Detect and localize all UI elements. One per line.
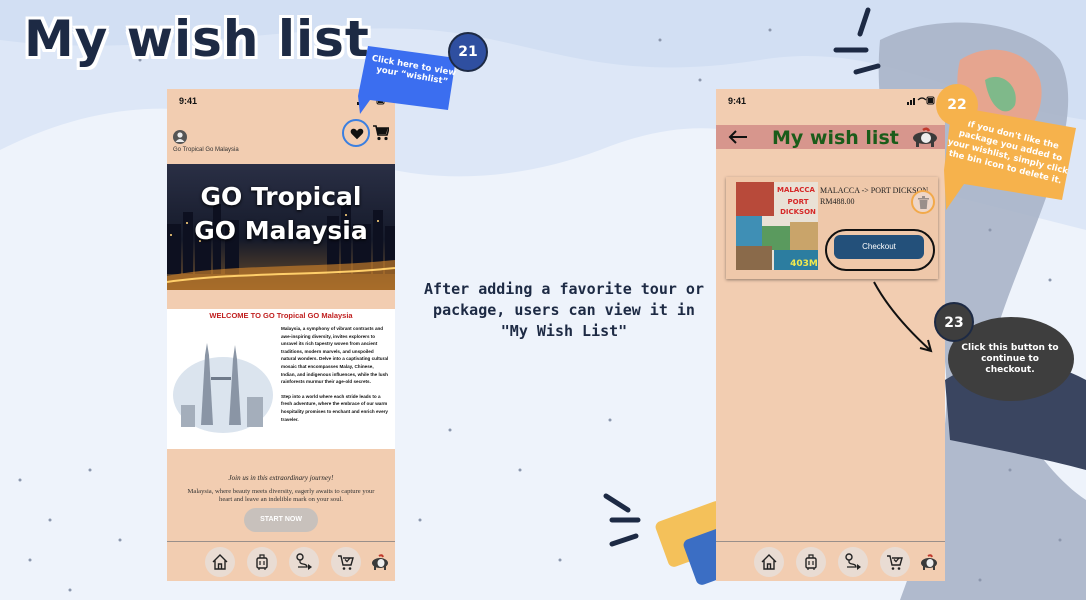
tapir-mascot-icon	[913, 127, 937, 147]
home-icon	[212, 554, 228, 570]
welcome-paragraph-1: Malaysia, a symphony of vibrant contrast…	[281, 326, 389, 385]
tab-orders[interactable]	[331, 547, 361, 577]
status-time: 9:41	[179, 96, 198, 106]
join-title: Join us in this extraordinary journey!	[228, 474, 334, 482]
tab-orders[interactable]	[880, 547, 910, 577]
center-description: After adding a favorite tour or package,…	[424, 280, 704, 340]
checkout-button[interactable]: Checkout	[834, 235, 924, 259]
package-price: RM488.00	[820, 197, 855, 206]
tapir-mascot-icon	[921, 554, 937, 570]
cart-check-icon	[338, 555, 354, 570]
heart-icon	[350, 128, 364, 140]
welcome-paragraph-2: Step into a world where each stride lead…	[281, 393, 388, 422]
wishlist-title: My wish list	[772, 127, 899, 149]
petronas-towers-image	[173, 343, 273, 433]
status-bar-right: 9:41	[716, 89, 945, 111]
thumb-label-1: MALACCA	[777, 186, 816, 194]
start-now-button[interactable]: START NOW	[244, 508, 318, 532]
step-badge-21: 21	[448, 32, 488, 72]
cart-check-icon	[887, 555, 903, 570]
bottom-tab-bar-right	[716, 541, 945, 581]
tab-home[interactable]	[754, 547, 784, 577]
tab-routes[interactable]	[838, 547, 868, 577]
thumb-label-2: PORT	[788, 198, 809, 206]
package-thumbnail: MALACCA PORT DICKSON 403M	[736, 182, 818, 270]
tapir-mascot-icon	[372, 554, 388, 570]
trash-icon	[918, 196, 929, 209]
wishlist-button[interactable]	[342, 119, 370, 147]
thumb-label-3: DICKSON	[780, 208, 816, 216]
step-badge-22: 22	[936, 84, 978, 126]
tab-home[interactable]	[205, 547, 235, 577]
wishlist-header: My wish list	[716, 125, 945, 149]
join-description: Malaysia, where beauty meets diversity, …	[187, 488, 375, 503]
tab-mascot[interactable]	[914, 547, 944, 577]
bottom-tab-bar	[167, 541, 395, 581]
step-badge-23: 23	[934, 302, 974, 342]
delete-item-button[interactable]	[911, 190, 935, 214]
back-arrow-icon[interactable]	[728, 129, 748, 145]
signal-battery-icon-right	[907, 96, 935, 105]
join-section: Join us in this extraordinary journey! M…	[167, 474, 395, 504]
page-title: My wish list	[24, 10, 370, 68]
route-icon	[845, 553, 861, 570]
thumb-price: 403M	[790, 259, 818, 269]
cart-icon[interactable]	[373, 125, 389, 141]
hero-banner: GO Tropical GO Malaysia	[167, 164, 395, 290]
tab-mascot[interactable]	[365, 547, 395, 577]
wishlist-item-card[interactable]: MALACCA PORT DICKSON 403M MALACCA -> POR…	[726, 177, 938, 279]
luggage-icon	[805, 554, 817, 570]
home-screen-phone: 9:41 Go Tropical Go Malaysia GO Tropical…	[167, 89, 395, 581]
package-name: MALACCA -> PORT DICKSON	[820, 186, 929, 195]
welcome-body: Malaysia, a symphony of vibrant contrast…	[281, 325, 389, 423]
hero-line-2: GO Malaysia	[194, 216, 368, 245]
tab-routes[interactable]	[289, 547, 319, 577]
route-icon	[296, 553, 312, 570]
hero-line-1: GO Tropical	[200, 182, 362, 211]
welcome-title: WELCOME TO GO Tropical GO Malaysia	[209, 311, 353, 320]
callout-23-text: Click this button to continue to checkou…	[961, 343, 1059, 375]
hero-title: GO Tropical GO Malaysia	[167, 180, 395, 248]
tab-trips[interactable]	[796, 547, 826, 577]
status-time-right: 9:41	[728, 96, 747, 106]
brand-name: Go Tropical Go Malaysia	[173, 147, 239, 153]
luggage-icon	[256, 554, 268, 570]
home-header: Go Tropical Go Malaysia	[167, 111, 395, 163]
welcome-section: WELCOME TO GO Tropical GO Malaysia Malay…	[167, 309, 395, 449]
pointer-arrow	[873, 281, 933, 353]
profile-avatar-icon[interactable]	[173, 130, 187, 144]
home-icon	[761, 554, 777, 570]
tab-trips[interactable]	[247, 547, 277, 577]
